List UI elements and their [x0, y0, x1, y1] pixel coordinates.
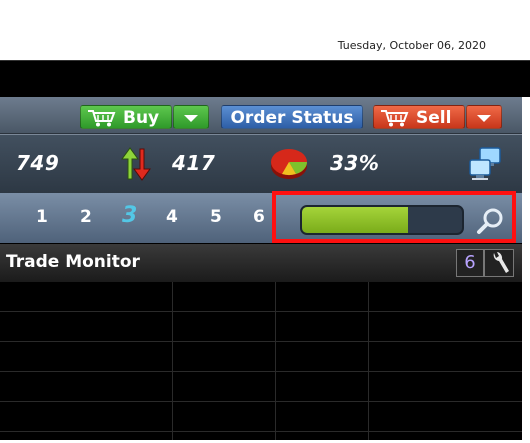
top-header: Tuesday, October 06, 2020: [0, 0, 530, 61]
current-date: Tuesday, October 06, 2020: [337, 39, 486, 52]
trade-monitor-title: Trade Monitor: [6, 252, 140, 272]
chevron-down-icon: [184, 115, 198, 122]
network-computers-icon[interactable]: [468, 146, 504, 182]
stat-value-primary: 749: [16, 151, 60, 175]
grid-row-divider: [0, 311, 522, 312]
grid-column-divider: [275, 282, 276, 443]
grid-row-divider: [0, 401, 522, 402]
grid-row-divider: [0, 431, 522, 432]
grid-row-divider: [0, 341, 522, 342]
up-down-arrows-icon[interactable]: [114, 145, 160, 183]
sell-button[interactable]: Sell: [373, 105, 465, 129]
trade-monitor-grid: [0, 282, 522, 443]
stat-value-percent: 33%: [330, 151, 380, 175]
buy-label: Buy: [123, 108, 160, 128]
header-gap: [0, 61, 530, 97]
cart-icon: [381, 110, 409, 127]
order-toolbar: Buy Order Status Sell: [0, 97, 526, 134]
chevron-down-icon: [477, 115, 491, 122]
order-status-button[interactable]: Order Status: [221, 105, 363, 129]
buy-button[interactable]: Buy: [80, 105, 172, 129]
page-6[interactable]: 6: [253, 207, 265, 227]
page-3-active[interactable]: 3: [122, 203, 137, 228]
grid-row-divider: [0, 371, 522, 372]
sell-dropdown-button[interactable]: [466, 105, 502, 129]
pie-chart-icon[interactable]: [268, 146, 310, 182]
buy-dropdown-button[interactable]: [173, 105, 209, 129]
sell-label: Sell: [416, 108, 452, 128]
grid-column-divider: [172, 282, 173, 443]
magnifier-icon[interactable]: [476, 207, 504, 235]
page-4[interactable]: 4: [166, 207, 178, 227]
settings-button[interactable]: [484, 249, 514, 277]
stats-bar: 749 417 33%: [0, 134, 526, 193]
grid-column-divider: [368, 282, 369, 443]
window-edge: [522, 97, 530, 443]
page-5[interactable]: 5: [210, 207, 222, 227]
page-2[interactable]: 2: [80, 207, 92, 227]
trade-monitor-header: Trade Monitor 6: [0, 244, 526, 282]
stat-value-updown: 417: [172, 151, 216, 175]
page-1[interactable]: 1: [36, 207, 48, 227]
wrench-icon: [493, 252, 509, 273]
monitor-count-button[interactable]: 6: [456, 249, 484, 277]
cart-icon: [88, 110, 116, 127]
